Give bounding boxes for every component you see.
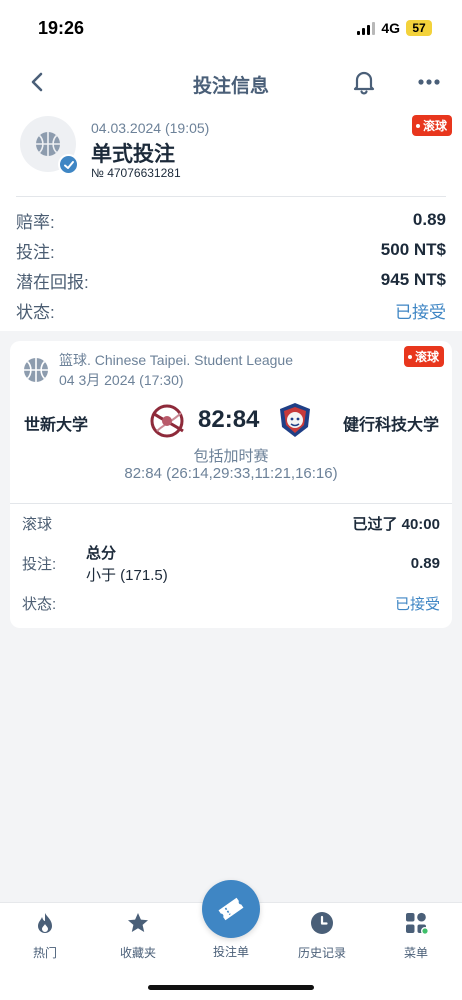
event-status-label: 状态: <box>22 595 57 613</box>
tab-hot-label: 热门 <box>32 946 57 960</box>
bet-date: 04.03.2024 (19:05) <box>91 120 210 136</box>
home-team-logo-icon <box>150 404 184 438</box>
outcome-name: 小于 (171.5) <box>86 566 168 584</box>
event-status-row: 状态: 已接受 <box>22 588 440 618</box>
battery-icon: 57 <box>406 20 432 36</box>
summary-row-odds: 赔率: 0.89 <box>16 205 446 235</box>
live-dot-icon <box>408 354 412 359</box>
event-date: 04 3月 2024 (17:30) <box>59 372 184 388</box>
live-dot-icon <box>416 123 420 128</box>
star-icon <box>128 913 148 932</box>
market-name: 总分 <box>86 544 117 562</box>
home-team-name: 世新大学 <box>24 417 89 434</box>
bet-summary: 赔率: 0.89 投注: 500 NT$ 潜在回报: 945 NT$ 状态: 已… <box>0 197 462 331</box>
selection-row: 投注: 总分 小于 (171.5) 0.89 <box>22 538 440 588</box>
event-league: 篮球. Chinese Taipei. Student League <box>59 352 294 368</box>
more-dots-icon[interactable] <box>414 71 444 93</box>
tab-betslip[interactable] <box>202 880 260 938</box>
checkmark-icon <box>58 154 79 175</box>
selection-odds: 0.89 <box>410 554 440 572</box>
away-team-logo-icon <box>280 403 310 437</box>
tab-favorites[interactable]: 收藏夹 <box>98 903 178 973</box>
time-elapsed: 已过了 40:00 <box>352 515 440 533</box>
summary-row-stake: 投注: 500 NT$ <box>16 235 446 265</box>
bet-number: № 47076631281 <box>91 166 181 180</box>
status-time: 19:26 <box>38 18 85 38</box>
live-badge: 滚球 <box>404 346 445 367</box>
flame-icon <box>38 913 52 933</box>
return-label: 潜在回报: <box>16 272 89 292</box>
tab-favorites-label: 收藏夹 <box>119 946 156 960</box>
tab-history-label: 历史记录 <box>297 946 346 960</box>
page-title: 投注信息 <box>192 76 269 97</box>
nav-bar: 投注信息 <box>0 56 462 108</box>
summary-row-status: 状态: 已接受 <box>16 295 446 325</box>
away-team-name: 健行科技大学 <box>342 417 439 434</box>
status-label: 状态: <box>16 302 55 322</box>
tab-menu[interactable]: 菜单 <box>376 903 456 973</box>
selection: 总分 小于 (171.5) <box>86 542 168 585</box>
bell-icon[interactable] <box>351 69 377 95</box>
ticket-icon <box>218 897 244 921</box>
tab-menu-label: 菜单 <box>403 946 428 960</box>
match-score: 82:84 <box>198 406 260 433</box>
bet-details: 滚球 已过了 40:00 投注: 总分 小于 (171.5) 0.89 状态: … <box>10 504 452 628</box>
tab-betslip-label: 投注单 <box>212 945 249 959</box>
stake-value: 500 NT$ <box>380 240 446 259</box>
live-badge-label: 滚球 <box>423 119 448 133</box>
overtime-note: 包括加时赛 <box>193 448 269 465</box>
event-status-value: 已接受 <box>394 595 440 613</box>
return-value: 945 NT$ <box>380 270 446 289</box>
bet-type: 单式投注 <box>91 143 175 166</box>
home-indicator <box>148 985 314 990</box>
event-card[interactable]: 篮球. Chinese Taipei. Student League 04 3月… <box>10 341 452 628</box>
status-value: 已接受 <box>395 302 446 322</box>
live-row: 滚球 已过了 40:00 <box>22 508 440 538</box>
network-type: 4G <box>381 20 400 36</box>
status-indicators: 4G 57 <box>357 20 432 36</box>
odds-label: 赔率: <box>16 212 55 232</box>
odds-value: 0.89 <box>412 210 446 229</box>
period-scores: 82:84 (26:14,29:33,11:21,16:16) <box>124 465 338 482</box>
clock-icon <box>311 912 333 934</box>
status-bar: 19:26 4G 57 <box>0 0 462 56</box>
event-section: 篮球. Chinese Taipei. Student League 04 3月… <box>0 331 462 638</box>
grid-menu-icon <box>406 912 428 935</box>
live-badge: 滚球 <box>412 115 453 136</box>
bet-label: 投注: <box>22 555 57 573</box>
signal-icon <box>357 21 376 35</box>
basketball-icon <box>24 358 48 382</box>
stake-label: 投注: <box>16 242 55 262</box>
bet-header: 04.03.2024 (19:05) 单式投注 № 47076631281 滚球 <box>0 114 462 196</box>
summary-row-return: 潜在回报: 945 NT$ <box>16 265 446 295</box>
live-badge-label: 滚球 <box>415 350 440 364</box>
top-section: 19:26 4G 57 投注信息 04.03.2024 (19:05) 单式投注… <box>0 0 462 331</box>
tab-hot[interactable]: 热门 <box>5 903 85 973</box>
live-label: 滚球 <box>22 515 53 533</box>
tab-history[interactable]: 历史记录 <box>282 903 362 973</box>
event-header: 篮球. Chinese Taipei. Student League 04 3月… <box>10 341 452 503</box>
